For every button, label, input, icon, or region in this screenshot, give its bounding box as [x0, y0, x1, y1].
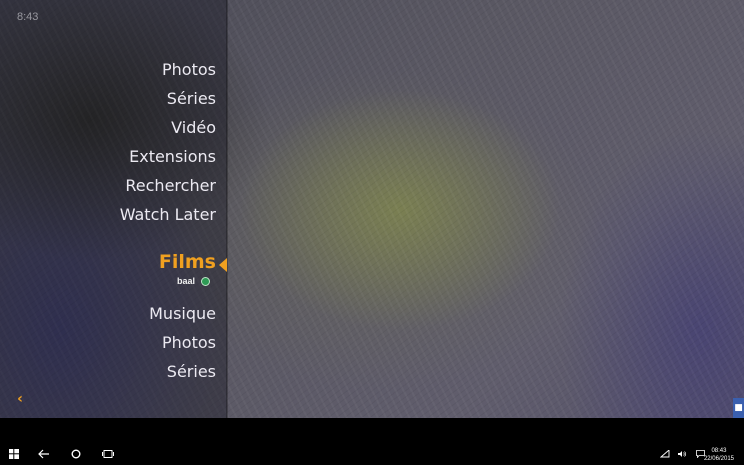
profile-name: baal — [176, 276, 195, 286]
menu-item-watch-later[interactable]: Watch Later — [120, 205, 216, 224]
menu-item-musique[interactable]: Musique — [149, 304, 216, 323]
menu-item-photos[interactable]: Photos — [162, 60, 216, 79]
menu-item-rechercher[interactable]: Rechercher — [125, 176, 216, 195]
menu-item-photos-2[interactable]: Photos — [162, 333, 216, 352]
circle-icon[interactable] — [68, 447, 84, 461]
task-view-icon[interactable] — [100, 447, 116, 461]
windows-start-icon[interactable] — [6, 447, 22, 461]
menu-item-series[interactable]: Séries — [167, 89, 216, 108]
wifi-icon[interactable] — [660, 449, 670, 459]
clock: 8:43 — [17, 11, 39, 23]
back-arrow-icon[interactable] — [36, 447, 52, 461]
taskbar-clock[interactable]: 08:43 22/06/2015 — [704, 447, 734, 463]
menu-item-video[interactable]: Vidéo — [171, 118, 216, 137]
active-indicator-icon — [219, 258, 227, 272]
taskbar-time: 08:43 — [711, 448, 727, 454]
menu-item-films[interactable]: Films — [159, 251, 216, 273]
menu-item-extensions[interactable]: Extensions — [129, 147, 216, 166]
profile-status-icon — [201, 276, 210, 286]
media-center-app: 8:43 Photos Séries Vidéo Extensions Rech… — [0, 0, 744, 418]
profile-indicator[interactable]: baal — [177, 276, 210, 286]
screen: 8:43 Photos Séries Vidéo Extensions Rech… — [0, 0, 744, 465]
overlay-icon[interactable]: ■ — [733, 398, 744, 418]
chevron-left-icon[interactable]: ‹ — [13, 391, 27, 407]
taskbar-date: 22/06/2015 — [703, 456, 734, 462]
volume-icon[interactable] — [677, 449, 687, 459]
menu-item-series-2[interactable]: Séries — [167, 362, 216, 381]
sidebar-divider — [226, 0, 228, 418]
windows-taskbar: 08:43 22/06/2015 — [0, 418, 744, 465]
